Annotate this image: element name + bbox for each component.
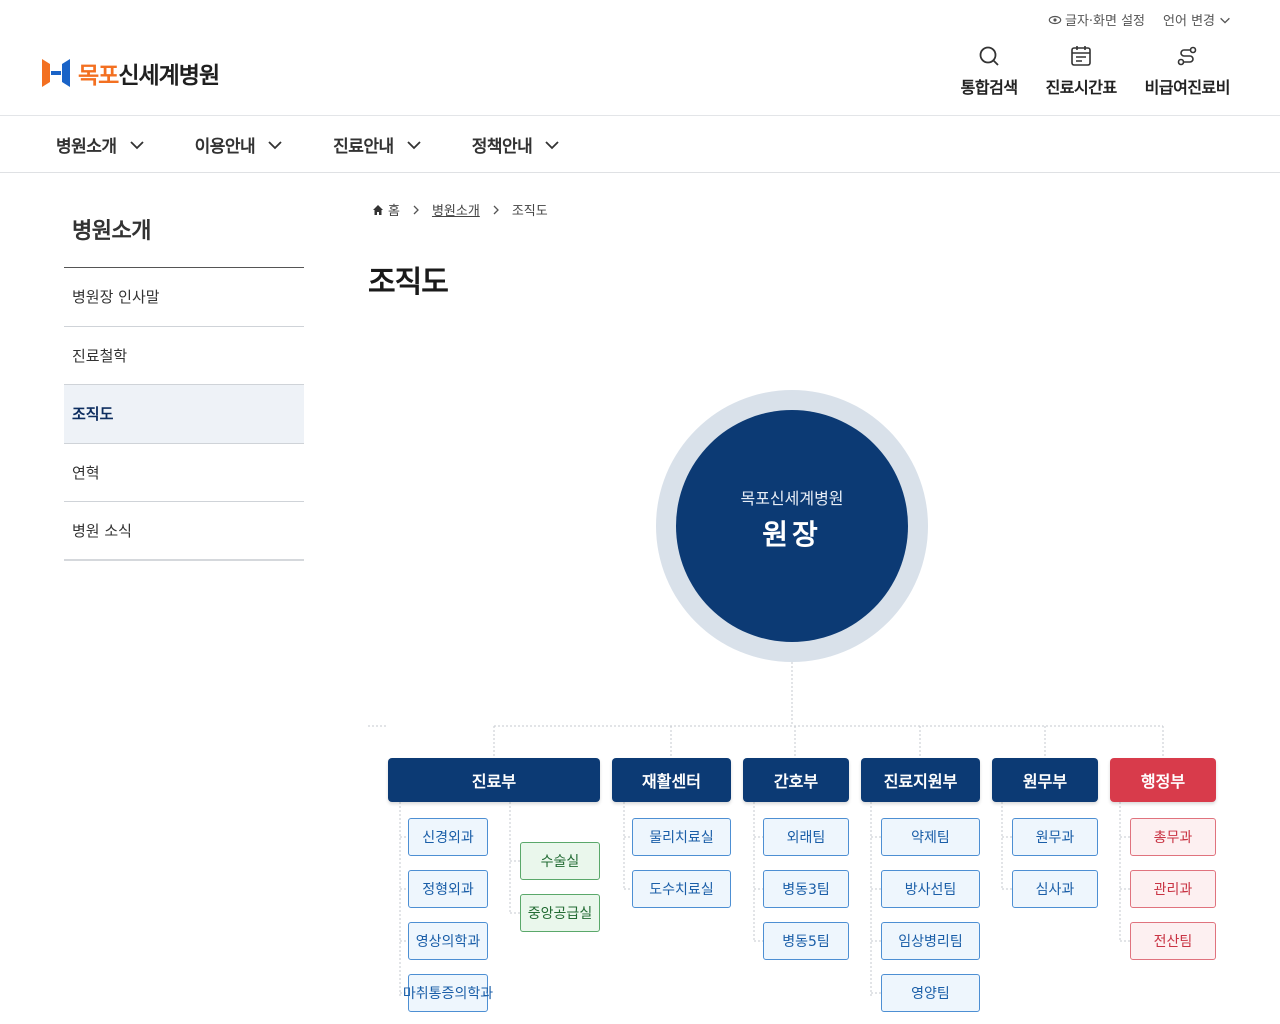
gnb-item-treatment[interactable]: 진료안내 [333,132,422,157]
hospital-logo[interactable]: 목포신세계병원 [40,56,220,90]
team-admission-office[interactable]: 원무과 [1012,818,1098,856]
home-icon [373,204,383,215]
dept-clinical-support[interactable]: 진료지원부 [861,758,980,802]
page-title: 조직도 [368,265,449,300]
director-node: 목포신세계병원 원장 [676,410,908,642]
quick-fee-button[interactable]: 비급여진료비 [1144,44,1231,98]
breadcrumb-home-label: 홈 [388,204,400,219]
lnb-title: 병원소개 [64,195,304,268]
gnb-item-label: 병원소개 [56,137,117,157]
language-label: 언어 변경 [1163,14,1215,29]
dept-rehab[interactable]: 재활센터 [612,758,731,802]
breadcrumb-home[interactable]: 홈 [372,200,400,219]
team-nutrition[interactable]: 영양팀 [881,974,980,1012]
main-navigation: 병원소개 이용안내 진료안내 정책안내 [0,116,1280,173]
dept-medical[interactable]: 진료부 [388,758,600,802]
lnb-item-history[interactable]: 연혁 [64,444,304,502]
chevron-down-icon [545,140,559,149]
gnb-item-label: 진료안내 [333,137,394,157]
logo-text-accent: 목포 [78,63,119,89]
team-neurosurgery[interactable]: 신경외과 [408,818,488,856]
text-setting-link[interactable]: 글자·화면 설정 [1048,10,1145,29]
logo-mark-icon [42,59,70,87]
side-navigation: 병원소개 병원장 인사말 진료철학 조직도 연혁 병원 소식 [64,195,304,561]
chevron-right-icon [493,205,499,214]
lnb-item-organization[interactable]: 조직도 [64,385,304,444]
team-ward-3[interactable]: 병동3팀 [763,870,849,908]
calendar-icon [1071,46,1091,66]
breadcrumb-section[interactable]: 병원소개 [432,200,480,219]
quick-schedule-label: 진료시간표 [1045,78,1118,97]
lnb-item-news[interactable]: 병원 소식 [64,502,304,561]
route-icon [1178,46,1197,66]
gnb-item-about[interactable]: 병원소개 [56,132,145,157]
dept-nursing[interactable]: 간호부 [743,758,849,802]
team-radiology[interactable]: 영상의학과 [408,922,488,960]
team-manual-therapy[interactable]: 도수치료실 [632,870,731,908]
breadcrumb: 홈 병원소개 조직도 [372,200,548,219]
team-operating-room[interactable]: 수술실 [520,842,600,880]
director-title: 원장 [762,518,822,551]
quick-search-button[interactable]: 통합검색 [961,44,1018,98]
team-anesthesiology[interactable]: 마취통증의학과 [403,974,493,1012]
team-orthopedics[interactable]: 정형외과 [408,870,488,908]
lnb-item-philosophy[interactable]: 진료철학 [64,327,304,385]
gnb-item-guide[interactable]: 이용안내 [195,132,284,157]
chevron-down-icon [407,140,421,149]
chevron-right-icon [413,205,419,214]
gnb-item-policy[interactable]: 정책안내 [472,132,561,157]
team-radiation[interactable]: 방사선팀 [881,870,980,908]
quick-fee-label: 비급여진료비 [1144,78,1231,97]
text-setting-label: 글자·화면 설정 [1064,14,1146,29]
dept-admission[interactable]: 원무부 [992,758,1098,802]
team-outpatient[interactable]: 외래팀 [763,818,849,856]
dept-admin[interactable]: 행정부 [1110,758,1216,802]
team-review-office[interactable]: 심사과 [1012,870,1098,908]
logo-text: 목포신세계병원 [78,56,220,90]
utility-bar: 글자·화면 설정 언어 변경 [1048,10,1232,29]
gnb-item-label: 이용안내 [194,137,256,157]
search-icon [979,46,999,66]
site-header: 글자·화면 설정 언어 변경 목포신세계병원 통합검색 진료시간표 비급여진료비 [0,0,1280,116]
team-management[interactable]: 관리과 [1130,870,1216,908]
team-ward-5[interactable]: 병동5팀 [763,922,849,960]
quick-schedule-button[interactable]: 진료시간표 [1046,44,1117,98]
team-general-affairs[interactable]: 총무과 [1130,818,1216,856]
logo-text-rest: 신세계병원 [118,63,220,89]
team-central-supply[interactable]: 중앙공급실 [520,894,600,932]
chevron-down-icon [129,140,144,149]
eye-setting-icon [1048,15,1062,24]
team-pharmacy[interactable]: 약제팀 [881,818,980,856]
quick-search-label: 통합검색 [960,78,1018,97]
team-it[interactable]: 전산팀 [1130,922,1216,960]
team-physical-therapy[interactable]: 물리치료실 [632,818,731,856]
team-clinical-pathology[interactable]: 임상병리팀 [881,922,980,960]
chevron-down-icon [268,140,282,149]
quick-menu: 통합검색 진료시간표 비급여진료비 [961,44,1231,98]
director-hospital-name: 목포신세계병원 [740,489,844,508]
gnb-item-label: 정책안내 [471,137,533,157]
language-link[interactable]: 언어 변경 [1163,10,1232,29]
chevron-down-icon [1220,17,1230,24]
breadcrumb-current: 조직도 [511,204,548,219]
lnb-item-greeting[interactable]: 병원장 인사말 [64,268,304,327]
